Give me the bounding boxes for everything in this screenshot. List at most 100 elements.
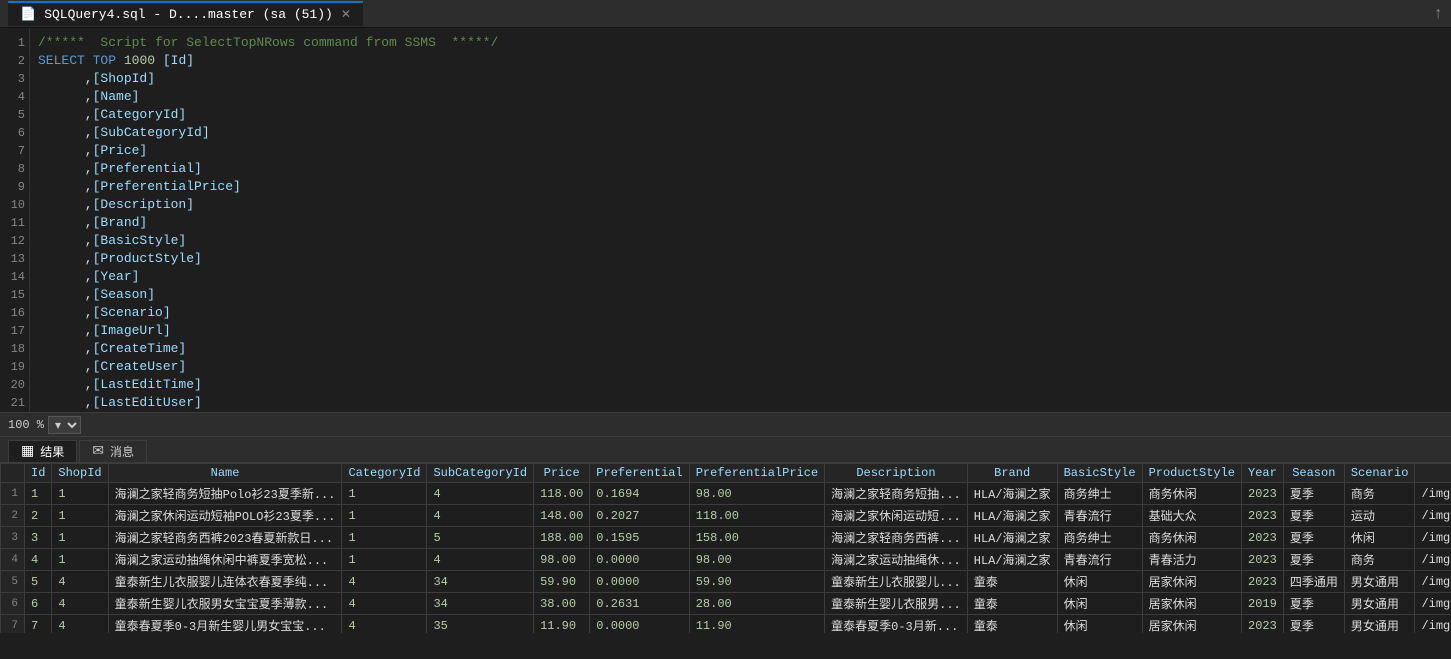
cell-Scenario: 商务: [1344, 549, 1415, 571]
cell-ProductStyle: 商务休闲: [1142, 483, 1241, 505]
cell-Id: 6: [25, 593, 52, 615]
table-row[interactable]: 664童泰新生婴儿衣服男女宝宝夏季薄款...43438.000.263128.0…: [1, 593, 1451, 615]
tab-icon-messages: ✉: [92, 443, 104, 460]
cell-SubCategoryId: 34: [427, 571, 534, 593]
data-table-wrap[interactable]: IdShopIdNameCategoryIdSubCategoryIdPrice…: [0, 463, 1451, 633]
cell-CategoryId: 1: [342, 483, 427, 505]
cell-Brand: HLA/海澜之家: [967, 549, 1057, 571]
result-tab-results[interactable]: ▦结果: [8, 440, 77, 462]
cell-Name: 海澜之家轻商务短抽Polo衫23夏季新...: [108, 483, 342, 505]
zoom-label: 100 %: [8, 418, 44, 432]
cell-Description: 海澜之家休闲运动短...: [825, 505, 968, 527]
cell-Name: 海澜之家轻商务西裤2023春夏新款日...: [108, 527, 342, 549]
cell-Scenario: 男女通用: [1344, 615, 1415, 634]
cell-BasicStyle: 商务绅士: [1057, 527, 1142, 549]
col-header-Name: Name: [108, 464, 342, 483]
cell-ImageUrl: /imgs/products/7.jpg: [1415, 615, 1451, 634]
cell-Preferential: 0.0000: [590, 615, 689, 634]
table-row[interactable]: 111海澜之家轻商务短抽Polo衫23夏季新...14118.000.16949…: [1, 483, 1451, 505]
cell-BasicStyle: 青春流行: [1057, 505, 1142, 527]
cell-Preferential: 0.1595: [590, 527, 689, 549]
title-bar: 📄 SQLQuery4.sql - D....master (sa (51)) …: [0, 0, 1451, 28]
cell-ShopId: 4: [52, 571, 108, 593]
cell-Id: 5: [25, 571, 52, 593]
col-header-Season: Season: [1283, 464, 1344, 483]
cell-Brand: 童泰: [967, 615, 1057, 634]
cell-Year: 2023: [1242, 549, 1284, 571]
cell-Price: 11.90: [534, 615, 590, 634]
cell-Id: 7: [25, 615, 52, 634]
line-numbers: 12345678910111213141516171819202122: [0, 28, 30, 412]
cell-CategoryId: 4: [342, 615, 427, 634]
cell-Scenario: 男女通用: [1344, 593, 1415, 615]
cell-Price: 98.00: [534, 549, 590, 571]
col-header-ProductStyle: ProductStyle: [1142, 464, 1241, 483]
cell-SubCategoryId: 4: [427, 483, 534, 505]
cell-Brand: HLA/海澜之家: [967, 483, 1057, 505]
cell-Price: 118.00: [534, 483, 590, 505]
cell-SubCategoryId: 4: [427, 505, 534, 527]
cell-Preferential: 0.0000: [590, 549, 689, 571]
col-header-ShopId: ShopId: [52, 464, 108, 483]
result-tab-messages[interactable]: ✉消息: [79, 440, 147, 462]
scroll-up-button[interactable]: ↑: [1433, 5, 1443, 23]
sql-tab[interactable]: 📄 SQLQuery4.sql - D....master (sa (51)) …: [8, 1, 363, 26]
cell-Name: 童泰新生婴儿衣服男女宝宝夏季薄款...: [108, 593, 342, 615]
cell-ShopId: 1: [52, 549, 108, 571]
cell-ShopId: 1: [52, 527, 108, 549]
table-row[interactable]: 331海澜之家轻商务西裤2023春夏新款日...15188.000.159515…: [1, 527, 1451, 549]
cell-Preferential: 0.1694: [590, 483, 689, 505]
cell-PreferentialPrice: 118.00: [689, 505, 824, 527]
cell-CategoryId: 1: [342, 505, 427, 527]
cell-row: 3: [1, 527, 25, 549]
cell-BasicStyle: 休闲: [1057, 615, 1142, 634]
cell-row: 4: [1, 549, 25, 571]
cell-Price: 59.90: [534, 571, 590, 593]
cell-Name: 海澜之家休闲运动短袖POLO衫23夏季...: [108, 505, 342, 527]
cell-SubCategoryId: 35: [427, 615, 534, 634]
cell-Brand: 童泰: [967, 571, 1057, 593]
cell-ProductStyle: 居家休闲: [1142, 593, 1241, 615]
sql-editor: 12345678910111213141516171819202122 /***…: [0, 28, 1451, 413]
table-row[interactable]: 554童泰新生儿衣服婴儿连体衣春夏季纯...43459.900.000059.9…: [1, 571, 1451, 593]
cell-Name: 童泰新生儿衣服婴儿连体衣春夏季纯...: [108, 571, 342, 593]
cell-Description: 海澜之家运动抽绳休...: [825, 549, 968, 571]
cell-row: 7: [1, 615, 25, 634]
cell-Description: 海澜之家轻商务短抽...: [825, 483, 968, 505]
col-header-rownum: [1, 464, 25, 483]
cell-Preferential: 0.0000: [590, 571, 689, 593]
cell-ShopId: 1: [52, 483, 108, 505]
col-header-SubCategoryId: SubCategoryId: [427, 464, 534, 483]
table-row[interactable]: 441海澜之家运动抽绳休闲中裤夏季宽松...1498.000.000098.00…: [1, 549, 1451, 571]
cell-Season: 夏季: [1283, 549, 1344, 571]
cell-Scenario: 男女通用: [1344, 571, 1415, 593]
tab-label: SQLQuery4.sql - D....master (sa (51)): [44, 7, 333, 22]
cell-SubCategoryId: 34: [427, 593, 534, 615]
cell-Season: 夏季: [1283, 527, 1344, 549]
cell-PreferentialPrice: 158.00: [689, 527, 824, 549]
cell-row: 5: [1, 571, 25, 593]
table-row[interactable]: 774童泰春夏季0-3月新生婴儿男女宝宝...43511.900.000011.…: [1, 615, 1451, 634]
cell-ProductStyle: 居家休闲: [1142, 571, 1241, 593]
cell-Year: 2023: [1242, 571, 1284, 593]
cell-Description: 海澜之家轻商务西裤...: [825, 527, 968, 549]
zoom-select[interactable]: ▾: [48, 416, 81, 434]
code-area[interactable]: /***** Script for SelectTopNRows command…: [30, 28, 1451, 412]
result-tabs: ▦结果✉消息: [0, 437, 1451, 463]
zoom-bar: 100 % ▾: [0, 413, 1451, 437]
cell-Id: 1: [25, 483, 52, 505]
cell-Description: 童泰新生婴儿衣服男...: [825, 593, 968, 615]
cell-CategoryId: 1: [342, 527, 427, 549]
tab-icon: 📄: [20, 7, 36, 22]
cell-Brand: HLA/海澜之家: [967, 527, 1057, 549]
tab-icon-results: ▦: [21, 443, 34, 460]
col-header-Year: Year: [1242, 464, 1284, 483]
cell-Brand: 童泰: [967, 593, 1057, 615]
cell-Name: 海澜之家运动抽绳休闲中裤夏季宽松...: [108, 549, 342, 571]
cell-Price: 188.00: [534, 527, 590, 549]
cell-ShopId: 4: [52, 593, 108, 615]
close-tab-button[interactable]: ✕: [341, 7, 351, 22]
cell-SubCategoryId: 4: [427, 549, 534, 571]
cell-ImageUrl: /imgs/products/2.jpg: [1415, 505, 1451, 527]
table-row[interactable]: 221海澜之家休闲运动短袖POLO衫23夏季...14148.000.20271…: [1, 505, 1451, 527]
